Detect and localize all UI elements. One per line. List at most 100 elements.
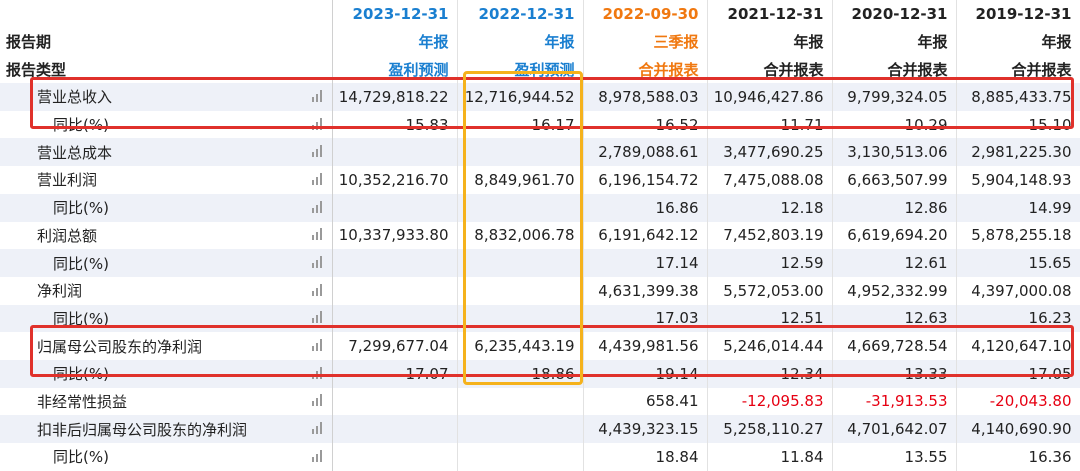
header-period: 三季报 <box>583 27 708 56</box>
table-cell: 12.59 <box>707 249 833 277</box>
header-date[interactable]: 2022-09-30 <box>583 0 708 28</box>
table-cell: 5,246,014.44 <box>707 332 833 360</box>
table-row: 同比(%) 18.84 11.84 13.55 16.36 <box>0 443 1080 471</box>
bar-chart-icon[interactable] <box>311 256 322 269</box>
row-label: 同比(%) <box>0 110 300 139</box>
table-cell: 4,952,332.99 <box>832 276 957 305</box>
table-row: 同比(%) 17.14 12.59 12.61 15.65 <box>0 249 1080 277</box>
table-cell: 10,352,216.70 <box>332 166 458 194</box>
bar-chart-icon[interactable] <box>311 117 322 130</box>
row-label: 扣非后归属母公司股东的净利润 <box>0 415 300 443</box>
table-cell: 5,878,255.18 <box>956 221 1080 250</box>
table-cell: 2,981,225.30 <box>956 138 1080 167</box>
table-cell <box>332 304 458 333</box>
table-cell: 19.14 <box>583 359 708 388</box>
header-period: 年报 <box>332 27 458 56</box>
header-date[interactable]: 2022-12-31 <box>457 0 584 28</box>
table-cell: 13.33 <box>832 359 957 388</box>
header-report-type: 合并报表 <box>832 55 957 84</box>
bar-chart-icon[interactable] <box>311 145 322 158</box>
type-label: 报告类型 <box>0 55 300 84</box>
bar-chart-icon[interactable] <box>311 172 322 185</box>
table-cell: 3,130,513.06 <box>832 138 957 167</box>
table-cell: 4,439,323.15 <box>583 415 708 443</box>
table-cell: 6,619,694.20 <box>832 221 957 250</box>
table-cell <box>457 276 584 305</box>
table-cell: 12.86 <box>832 193 957 222</box>
period-label: 报告期 <box>0 27 300 56</box>
table-cell <box>332 387 458 416</box>
financial-data-table: 2023-12-31 2022-12-31 2022-09-30 2021-12-31… <box>0 0 1080 471</box>
header-type-row: 报告类型 盈利预测 盈利预测 合并报表 合并报表 合并报表 合并报表 <box>0 55 1080 84</box>
row-label: 同比(%) <box>0 304 300 333</box>
table-cell <box>457 443 584 471</box>
header-report-type: 合并报表 <box>956 55 1080 84</box>
header-date[interactable]: 2020-12-31 <box>832 0 957 28</box>
table-cell: 17.05 <box>956 359 1080 388</box>
bar-chart-icon[interactable] <box>311 449 322 462</box>
table-cell: -20,043.80 <box>956 387 1080 416</box>
table-cell: 10.29 <box>832 110 957 139</box>
table-cell <box>332 193 458 222</box>
table-cell: 12.63 <box>832 304 957 333</box>
bar-chart-icon[interactable] <box>311 228 322 241</box>
table-cell: 9,799,324.05 <box>832 83 957 111</box>
row-label: 利润总额 <box>0 221 300 250</box>
table-row: 同比(%) 16.86 12.18 12.86 14.99 <box>0 193 1080 222</box>
table-cell <box>332 443 458 471</box>
bar-chart-icon[interactable] <box>311 339 322 352</box>
table-cell: 17.03 <box>583 304 708 333</box>
table-cell: 4,120,647.10 <box>956 332 1080 360</box>
table-cell: -12,095.83 <box>707 387 833 416</box>
table-cell: 4,701,642.07 <box>832 415 957 443</box>
table-cell: 18.86 <box>457 359 584 388</box>
table-cell: 4,669,728.54 <box>832 332 957 360</box>
table-row: 营业总成本 2,789,088.61 3,477,690.25 3,130,513.0… <box>0 138 1080 167</box>
table-cell <box>332 249 458 277</box>
table-cell: 16.17 <box>457 110 584 139</box>
table-cell: 16.36 <box>956 443 1080 471</box>
table-cell: 5,572,053.00 <box>707 276 833 305</box>
table-cell <box>457 138 584 167</box>
header-report-type: 盈利预测 <box>457 55 584 84</box>
bar-chart-icon[interactable] <box>311 366 322 379</box>
table-cell: 6,663,507.99 <box>832 166 957 194</box>
row-label: 同比(%) <box>0 443 300 471</box>
table-row: 同比(%) 15.83 16.17 16.52 11.71 10.29 15.10 <box>0 110 1080 139</box>
header-period: 年报 <box>832 27 957 56</box>
row-label: 营业总成本 <box>0 138 300 167</box>
row-label: 同比(%) <box>0 359 300 388</box>
table-cell: 6,191,642.12 <box>583 221 708 250</box>
table-cell: 4,631,399.38 <box>583 276 708 305</box>
row-label: 非经常性损益 <box>0 387 300 416</box>
table-row: 归属母公司股东的净利润 7,299,677.04 6,235,443.19 4,439… <box>0 332 1080 360</box>
table-cell: 11.84 <box>707 443 833 471</box>
table-cell <box>457 387 584 416</box>
bar-chart-icon[interactable] <box>311 283 322 296</box>
table-row: 同比(%) 17.07 18.86 19.14 12.34 13.33 17.05 <box>0 359 1080 388</box>
header-period: 年报 <box>457 27 584 56</box>
table-cell: 8,849,961.70 <box>457 166 584 194</box>
header-date[interactable]: 2021-12-31 <box>707 0 833 28</box>
table-row: 净利润 4,631,399.38 5,572,053.00 4,952,332.99 4… <box>0 276 1080 305</box>
table-cell <box>332 415 458 443</box>
header-date[interactable]: 2023-12-31 <box>332 0 458 28</box>
bar-chart-icon[interactable] <box>311 394 322 407</box>
row-label: 净利润 <box>0 276 300 305</box>
table-cell: 6,196,154.72 <box>583 166 708 194</box>
header-period-row: 报告期 年报 年报 三季报 年报 年报 年报 <box>0 27 1080 56</box>
bar-chart-icon[interactable] <box>311 422 322 435</box>
table-cell: 18.84 <box>583 443 708 471</box>
table-row: 营业利润 10,352,216.70 8,849,961.70 6,196,154.7… <box>0 166 1080 194</box>
table-cell <box>332 276 458 305</box>
bar-chart-icon[interactable] <box>311 311 322 324</box>
header-date-row: 2023-12-31 2022-12-31 2022-09-30 2021-12-31… <box>0 0 1080 28</box>
table-cell: 2,789,088.61 <box>583 138 708 167</box>
table-cell: 12.61 <box>832 249 957 277</box>
header-date[interactable]: 2019-12-31 <box>956 0 1080 28</box>
bar-chart-icon[interactable] <box>311 200 322 213</box>
table-cell: 14.99 <box>956 193 1080 222</box>
bar-chart-icon[interactable] <box>311 89 322 102</box>
table-cell: 7,299,677.04 <box>332 332 458 360</box>
table-cell: 14,729,818.22 <box>332 83 458 111</box>
